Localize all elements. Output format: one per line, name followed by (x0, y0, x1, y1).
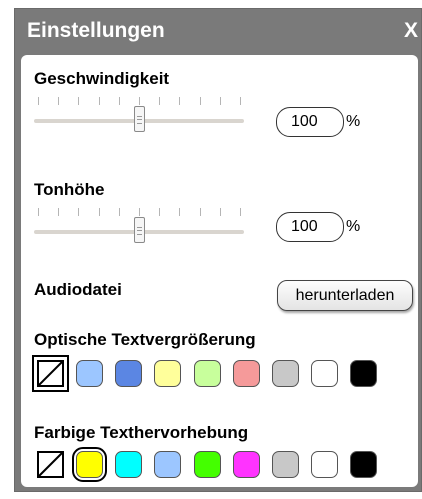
dialog-title: Einstellungen (27, 19, 165, 42)
highlight-swatch[interactable] (232, 451, 260, 478)
slider-tick (139, 97, 140, 105)
slider-tick (179, 97, 181, 105)
slider-tick (179, 208, 181, 216)
settings-dialog: Einstellungen X Geschwindigkeit % Tonhöh… (14, 8, 422, 492)
slider-tick (219, 97, 221, 105)
highlight-swatch[interactable] (115, 451, 143, 478)
slider-tick (240, 97, 241, 105)
magnification-swatch[interactable] (311, 360, 339, 387)
close-button[interactable]: X (404, 19, 418, 43)
speed-slider-ticks (34, 97, 244, 105)
slider-tick (199, 208, 201, 216)
magnification-swatch[interactable] (154, 360, 182, 387)
magnification-swatch[interactable] (350, 360, 378, 387)
audio-label: Audiodatei (34, 280, 122, 299)
highlight-swatch[interactable] (193, 451, 221, 478)
speed-slider-thumb[interactable] (133, 106, 145, 132)
slider-tick (240, 208, 241, 216)
slider-tick (58, 97, 60, 105)
magnification-swatch[interactable] (232, 360, 260, 387)
slider-tick (38, 97, 39, 105)
highlight-swatch-none[interactable] (36, 450, 65, 479)
highlight-swatch[interactable] (72, 447, 107, 482)
slider-tick (199, 97, 201, 105)
slider-tick (38, 208, 39, 216)
slider-tick (219, 208, 221, 216)
pitch-input[interactable] (276, 212, 344, 242)
highlight-swatch[interactable] (350, 451, 378, 478)
dialog-content: Geschwindigkeit % Tonhöhe % Audiodatei h… (21, 55, 418, 487)
slider-tick (159, 97, 161, 105)
slider-tick (78, 97, 80, 105)
speed-slider[interactable] (34, 97, 244, 132)
highlight-swatch[interactable] (272, 451, 299, 478)
slider-tick (78, 208, 80, 216)
slider-tick (139, 208, 140, 216)
magnification-swatch[interactable] (115, 360, 143, 387)
slider-tick (159, 208, 161, 216)
highlight-swatch[interactable] (154, 451, 182, 478)
magnification-swatch[interactable] (272, 360, 299, 387)
magnification-swatch[interactable] (193, 360, 221, 387)
magnification-swatch-none[interactable] (32, 355, 69, 392)
pitch-unit: % (346, 218, 361, 235)
magnification-label: Optische Textvergrößerung (34, 330, 256, 349)
slider-tick (118, 97, 120, 105)
slider-tick (98, 208, 100, 216)
slider-tick (98, 97, 100, 105)
pitch-slider-thumb[interactable] (133, 217, 145, 243)
slider-tick (58, 208, 60, 216)
highlight-swatch[interactable] (311, 451, 339, 478)
speed-input[interactable] (276, 107, 344, 137)
highlight-label: Farbige Texthervorhebung (34, 423, 249, 442)
pitch-label: Tonhöhe (34, 180, 105, 199)
speed-unit: % (346, 113, 361, 130)
slider-tick (118, 208, 120, 216)
pitch-slider[interactable] (34, 208, 244, 243)
download-button[interactable]: herunterladen (277, 280, 413, 311)
magnification-swatch[interactable] (76, 360, 103, 387)
pitch-slider-ticks (34, 208, 244, 216)
dialog-titlebar: Einstellungen X (15, 9, 421, 55)
speed-label: Geschwindigkeit (34, 69, 170, 88)
